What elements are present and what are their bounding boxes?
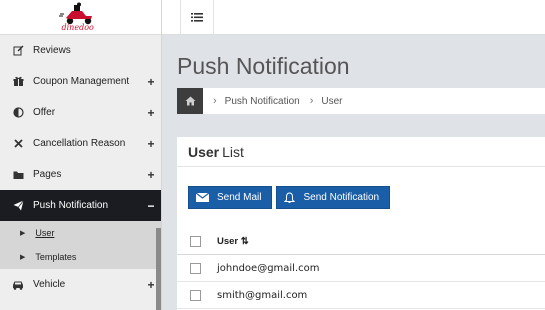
sidebar-item-label: Reviews <box>33 45 71 56</box>
breadcrumb-home-button[interactable] <box>177 88 203 114</box>
push-notification-submenu: ▶ User ▶ Templates <box>0 221 161 269</box>
user-email-cell: johndoe@gmail.com <box>217 262 320 274</box>
sidebar-item-cancellation-reason[interactable]: Cancellation Reason + <box>0 128 161 159</box>
sidebar-item-coupon-management[interactable]: Coupon Management + <box>0 66 161 97</box>
submenu-item-user[interactable]: ▶ User <box>0 221 161 245</box>
folder-icon <box>11 169 25 181</box>
user-list-card: User List Send Mail Send Notification Us… <box>177 137 545 310</box>
page-title: Push Notification <box>177 53 350 79</box>
sidebar-item-label: Push Notification <box>33 200 109 211</box>
send-notification-button[interactable]: Send Notification <box>276 186 391 209</box>
submenu-item-templates[interactable]: ▶ Templates <box>0 245 161 269</box>
sidebar-item-label: Offer <box>33 107 56 118</box>
expand-toggle[interactable]: + <box>141 168 161 182</box>
row-checkbox[interactable] <box>190 262 201 274</box>
logo-area[interactable]: dinedoo <box>0 0 161 35</box>
brand-logo: dinedoo <box>58 2 104 32</box>
breadcrumb: › Push Notification › User <box>177 88 545 114</box>
card-title-bold: User <box>188 143 220 160</box>
expand-toggle[interactable]: + <box>141 137 161 151</box>
home-icon <box>185 96 195 106</box>
select-all-checkbox[interactable] <box>190 235 201 247</box>
sidebar-item-label: Cancellation Reason <box>33 138 126 149</box>
sidebar-item-label: Coupon Management <box>33 76 130 87</box>
sidebar-item-offer[interactable]: Offer + <box>0 97 161 128</box>
edit-icon <box>11 45 25 57</box>
collapse-toggle[interactable]: − <box>141 199 161 213</box>
table-row: johndoe@gmail.com <box>177 255 545 282</box>
table-row: smith@gmail.com <box>177 282 545 309</box>
send-notification-label: Send Notification <box>303 192 380 203</box>
sidebar-scrollbar[interactable] <box>156 228 161 310</box>
sidebar-item-label: Pages <box>33 169 62 180</box>
sidebar-menu-continued: Vehicle + <box>0 269 161 300</box>
half-circle-icon <box>11 107 25 119</box>
breadcrumb-separator: › <box>213 95 217 107</box>
submenu-item-label: Templates <box>35 252 77 262</box>
caret-right-icon: ▶ <box>20 254 26 261</box>
user-table: User ⇅ johndoe@gmail.com smith@gmail.com <box>177 228 545 309</box>
row-checkbox[interactable] <box>190 289 201 301</box>
sidebar-item-vehicle[interactable]: Vehicle + <box>0 269 161 300</box>
sidebar-item-push-notification[interactable]: Push Notification − <box>0 190 161 221</box>
sidebar-item-label: Vehicle <box>33 279 66 290</box>
caret-right-icon: ▶ <box>20 230 26 237</box>
expand-toggle[interactable]: + <box>141 106 161 120</box>
menu-toggle-button[interactable] <box>180 0 214 35</box>
submenu-item-label: User <box>35 228 55 238</box>
action-buttons: Send Mail Send Notification <box>188 186 394 209</box>
paper-plane-icon <box>11 200 25 212</box>
card-title-rest: List <box>222 143 244 160</box>
sidebar-menu: Reviews Coupon Management + Offer + Canc… <box>0 35 161 221</box>
send-mail-button[interactable]: Send Mail <box>188 186 273 209</box>
sidebar-item-pages[interactable]: Pages + <box>0 159 161 190</box>
breadcrumb-item-user: User <box>321 95 343 107</box>
logo-text: dinedoo <box>61 23 94 32</box>
send-mail-label: Send Mail <box>217 192 262 203</box>
times-icon <box>11 138 25 150</box>
user-email-cell: smith@gmail.com <box>217 289 308 301</box>
gift-icon <box>11 76 25 88</box>
sidebar: dinedoo Reviews Coupon Management + Offe… <box>0 0 162 310</box>
top-bar <box>162 0 545 35</box>
table-header-row: User ⇅ <box>177 228 545 255</box>
car-icon <box>11 279 25 291</box>
expand-toggle[interactable]: + <box>141 75 161 89</box>
user-column-header[interactable]: User ⇅ <box>217 236 249 247</box>
bell-icon <box>284 191 296 204</box>
breadcrumb-separator: › <box>309 95 314 107</box>
sidebar-item-reviews[interactable]: Reviews <box>0 35 161 66</box>
envelope-icon <box>196 193 209 202</box>
list-icon <box>191 13 203 22</box>
breadcrumb-item-push-notification[interactable]: Push Notification <box>225 96 300 107</box>
card-title: User List <box>177 137 545 167</box>
